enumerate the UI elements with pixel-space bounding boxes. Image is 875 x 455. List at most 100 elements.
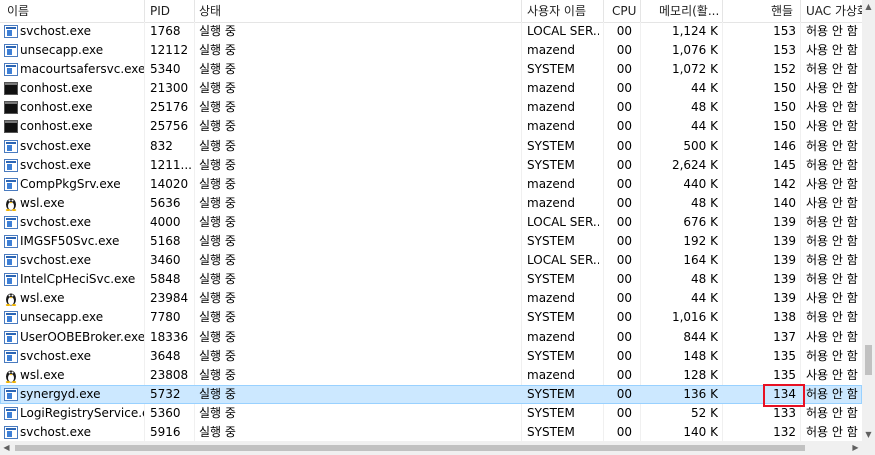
process-handles: 135 — [773, 367, 796, 382]
table-row[interactable]: macourtsafersvc.exe 5340 실행 중 SYSTEM 00 1,072… — [0, 60, 862, 79]
table-row[interactable]: wsl.exe 23808 실행 중 mazend 00 128 K 135 사용 안 함 — [0, 366, 862, 385]
process-name: UserOOBEBroker.exe — [20, 329, 144, 344]
table-row[interactable]: svchost.exe 1211... 실행 중 SYSTEM 00 2,624 K 145… — [0, 156, 862, 175]
process-name: conhost.exe — [20, 81, 93, 96]
table-row[interactable]: conhost.exe 25176 실행 중 mazend 00 48 K 150 사용 안 … — [0, 98, 862, 117]
column-divider[interactable] — [800, 0, 801, 22]
table-row[interactable]: LogiRegistryService.e... 5360 실행 중 SYSTEM 00… — [0, 404, 862, 423]
horizontal-scrollbar[interactable]: ◀ ▶ — [0, 441, 875, 455]
service-icon — [4, 254, 18, 268]
service-icon — [4, 25, 18, 38]
process-cpu: 00 — [616, 272, 632, 287]
column-header-user[interactable]: 사용자 이름 — [527, 0, 599, 22]
column-divider[interactable] — [144, 0, 145, 22]
column-header-cpu[interactable]: CPU — [612, 0, 640, 22]
console-icon — [4, 120, 18, 134]
table-row[interactable]: IMGSF50Svc.exe 5168 실행 중 SYSTEM 00 192 K 139 허용… — [0, 232, 862, 251]
process-uac: 허용 안 함 — [806, 424, 858, 439]
process-status: 실행 중 — [199, 176, 236, 191]
highlight-box — [763, 384, 805, 407]
scroll-down-icon[interactable]: ▼ — [862, 428, 875, 441]
console-icon — [4, 82, 18, 96]
process-handles: 139 — [773, 253, 796, 268]
column-divider[interactable] — [194, 0, 195, 22]
process-handles: 135 — [773, 348, 796, 363]
process-name: macourtsafersvc.exe — [20, 62, 144, 77]
process-status: 실행 중 — [199, 329, 236, 344]
process-cpu: 00 — [616, 253, 632, 268]
column-header-uac[interactable]: UAC 가상화 — [806, 0, 862, 22]
table-row[interactable]: wsl.exe 5636 실행 중 mazend 00 48 K 140 사용 안 함 — [0, 194, 862, 213]
process-cpu: 00 — [616, 234, 632, 249]
process-cpu: 00 — [616, 157, 632, 172]
process-pid: 5732 — [150, 386, 181, 401]
process-memory: 48 K — [691, 100, 718, 115]
column-divider[interactable] — [521, 0, 522, 22]
process-handles: 140 — [773, 195, 796, 210]
scroll-left-icon[interactable]: ◀ — [0, 441, 13, 454]
table-row[interactable]: conhost.exe 21300 실행 중 mazend 00 44 K 150 사용 안 … — [0, 79, 862, 98]
process-name: IMGSF50Svc.exe — [20, 234, 120, 249]
process-name: svchost.exe — [20, 348, 91, 363]
column-header-name[interactable]: 이름 — [7, 0, 137, 22]
process-name: svchost.exe — [20, 253, 91, 268]
table-row[interactable]: svchost.exe 3460 실행 중 LOCAL SER... 00 164 K 13… — [0, 251, 862, 270]
service-icon — [4, 425, 18, 439]
column-divider[interactable] — [603, 0, 604, 22]
process-uac: 허용 안 함 — [806, 24, 858, 38]
process-status: 실행 중 — [199, 348, 236, 363]
process-memory: 128 K — [683, 367, 718, 382]
column-header-status[interactable]: 상태 — [199, 0, 499, 22]
table-row[interactable]: conhost.exe 25756 실행 중 mazend 00 44 K 150 사용 안 … — [0, 117, 862, 136]
table-row[interactable]: svchost.exe 1768 실행 중 LOCAL SER... 00 1,124 K… — [0, 22, 862, 41]
table-row[interactable]: svchost.exe 5916 실행 중 SYSTEM 00 140 K 132 허용 안 … — [0, 423, 862, 441]
process-status: 실행 중 — [199, 367, 236, 382]
process-handles: 153 — [773, 43, 796, 58]
process-handles: 152 — [773, 62, 796, 77]
table-row[interactable]: IntelCpHeciSvc.exe 5848 실행 중 SYSTEM 00 48 K 13… — [0, 270, 862, 289]
table-row[interactable]: CompPkgSrv.exe 14020 실행 중 mazend 00 440 K 142 사… — [0, 175, 862, 194]
process-memory: 164 K — [683, 253, 718, 268]
process-pid: 3460 — [150, 253, 181, 268]
service-icon — [4, 177, 18, 191]
process-user: mazend — [527, 81, 575, 96]
process-memory: 148 K — [683, 348, 718, 363]
process-memory: 192 K — [683, 234, 718, 249]
process-cpu: 00 — [616, 43, 632, 58]
process-user: SYSTEM — [527, 348, 575, 363]
scroll-up-icon[interactable]: ▲ — [862, 0, 875, 13]
process-cpu: 00 — [616, 405, 632, 420]
column-header-memory[interactable]: 메모리(활... — [659, 0, 721, 22]
column-header-handles[interactable]: 핸들 — [771, 0, 799, 22]
process-uac: 허용 안 함 — [806, 138, 858, 153]
table-row[interactable]: synergyd.exe 5732 실행 중 SYSTEM 00 136 K 134 허용 안… — [0, 384, 862, 404]
column-divider[interactable] — [722, 0, 723, 22]
vertical-scrollbar[interactable]: ▲ ▼ — [862, 0, 875, 441]
process-status: 실행 중 — [199, 119, 236, 134]
process-handles: 139 — [773, 234, 796, 249]
process-status: 실행 중 — [199, 62, 236, 77]
process-memory: 48 K — [691, 195, 718, 210]
process-uac: 사용 안 함 — [806, 176, 858, 191]
horizontal-scroll-thumb[interactable] — [15, 445, 805, 451]
table-row[interactable]: unsecapp.exe 7780 실행 중 SYSTEM 00 1,016 K 138 허용… — [0, 308, 862, 327]
process-cpu: 00 — [616, 310, 632, 325]
service-icon — [4, 387, 18, 401]
process-uac: 사용 안 함 — [806, 195, 858, 210]
vertical-scroll-thumb[interactable] — [865, 345, 872, 375]
scroll-right-icon[interactable]: ▶ — [849, 441, 862, 454]
column-header-bar: 이름 PID 상태 사용자 이름 CPU 메모리(활... 핸들 UAC 가상화 — [0, 0, 862, 23]
table-row[interactable]: UserOOBEBroker.exe 18336 실행 중 mazend 00 844 K… — [0, 328, 862, 347]
table-row[interactable]: svchost.exe 4000 실행 중 LOCAL SER... 00 676 K 13… — [0, 213, 862, 232]
table-row[interactable]: svchost.exe 3648 실행 중 SYSTEM 00 148 K 135 허용 안 … — [0, 347, 862, 366]
table-row[interactable]: unsecapp.exe 12112 실행 중 mazend 00 1,076 K 153 사… — [0, 41, 862, 60]
process-uac: 허용 안 함 — [806, 310, 858, 325]
table-row[interactable]: svchost.exe 832 실행 중 SYSTEM 00 500 K 146 허용 안 함 — [0, 137, 862, 156]
column-header-pid[interactable]: PID — [150, 0, 194, 22]
process-name: svchost.exe — [20, 24, 91, 38]
column-divider[interactable] — [640, 0, 641, 22]
table-row[interactable]: wsl.exe 23984 실행 중 mazend 00 44 K 139 사용 안 함 — [0, 289, 862, 308]
process-handles: 138 — [773, 310, 796, 325]
process-handles: 139 — [773, 291, 796, 306]
process-name: LogiRegistryService.e... — [20, 405, 144, 420]
